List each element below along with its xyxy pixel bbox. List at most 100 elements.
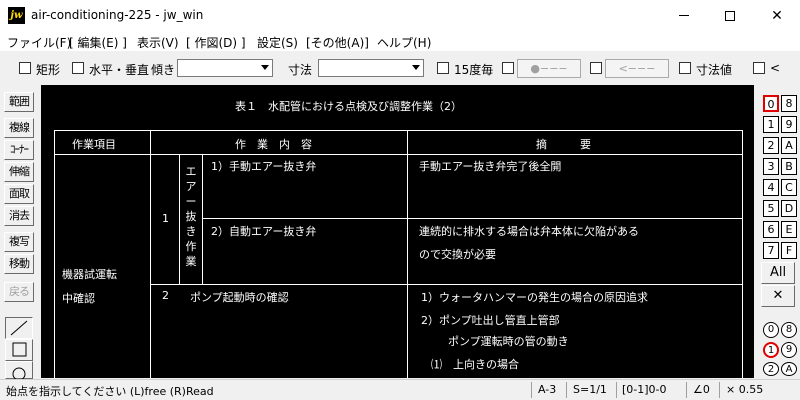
row1a-summary: 手動エアー抜き弁完了後全開 bbox=[419, 160, 562, 173]
menu-draw[interactable]: [ 作図(D) ] bbox=[186, 34, 246, 51]
menu-settings[interactable]: 設定(S) bbox=[257, 34, 298, 51]
row1-group-char: エ bbox=[185, 165, 197, 178]
item-column-line bbox=[150, 130, 151, 378]
status-divider bbox=[719, 382, 720, 398]
menu-file[interactable]: ファイル(F) bbox=[7, 34, 71, 51]
lt-label: < bbox=[770, 61, 781, 75]
tool-parallel-button[interactable]: 複線 bbox=[4, 118, 34, 138]
rect-label: 矩形 bbox=[36, 63, 61, 77]
chevron-down-icon bbox=[412, 65, 420, 70]
table-title: 表１ 水配管における点検及び調整作業（2） bbox=[235, 100, 462, 113]
layer-b-button[interactable]: B bbox=[781, 158, 797, 175]
lt-checkbox[interactable] bbox=[753, 62, 765, 74]
title-bar: jw air-conditioning-225 - jw_win ✕ bbox=[0, 0, 800, 31]
row1-group-char: ア bbox=[185, 180, 197, 193]
deg15-checkbox[interactable] bbox=[437, 62, 449, 74]
line-type1-button[interactable]: ●−−− bbox=[517, 59, 581, 78]
group-1-button[interactable]: 1 bbox=[763, 342, 779, 358]
minimize-icon bbox=[679, 15, 689, 16]
rect-checkbox[interactable] bbox=[19, 62, 31, 74]
row1b-content: 2）自動エアー抜き弁 bbox=[211, 225, 317, 238]
hv-checkbox[interactable] bbox=[72, 62, 84, 74]
work-item-line1: 機器試運転 bbox=[62, 268, 117, 281]
drawing-canvas[interactable]: 表１ 水配管における点検及び調整作業（2） 作業項目 作 業 内 容 摘 要 機… bbox=[41, 85, 754, 378]
close-icon[interactable]: ✕ bbox=[761, 285, 795, 307]
layer-7-button[interactable]: 7 bbox=[763, 242, 779, 259]
menu-edit[interactable]: [ 編集(E) ] bbox=[69, 34, 127, 51]
line-icon bbox=[10, 320, 28, 336]
menu-view[interactable]: 表示(V) bbox=[137, 34, 179, 51]
left-tool-palette: 範囲 複線 ｺｰﾅｰ 伸縮 面取 消去 複写 移動 戻る bbox=[0, 85, 40, 381]
tool-corner-button[interactable]: ｺｰﾅｰ bbox=[4, 140, 34, 160]
row2-summary-4: ⑴ 上向きの場合 bbox=[431, 358, 519, 371]
tool-copy-button[interactable]: 複写 bbox=[4, 232, 34, 252]
circle-tool-button[interactable] bbox=[5, 361, 33, 381]
layer-d-button[interactable]: D bbox=[781, 200, 797, 217]
tool-chamfer-button[interactable]: 面取 bbox=[4, 184, 34, 204]
row1-split-line bbox=[202, 218, 743, 219]
all-layers-button[interactable]: All bbox=[761, 262, 795, 284]
layer-5-button[interactable]: 5 bbox=[763, 200, 779, 217]
layer-4-button[interactable]: 4 bbox=[763, 179, 779, 196]
window-title: air-conditioning-225 - jw_win bbox=[31, 8, 204, 22]
hv-label: 水平・垂直 bbox=[89, 63, 150, 77]
layer-e-button[interactable]: E bbox=[781, 221, 797, 238]
layer-2-button[interactable]: 2 bbox=[763, 137, 779, 154]
jw-win-app: jw air-conditioning-225 - jw_win ✕ ファイル(… bbox=[0, 0, 800, 400]
tool-extend-button[interactable]: 伸縮 bbox=[4, 162, 34, 182]
maximize-button[interactable] bbox=[707, 0, 753, 31]
row2-summary-1: 1）ウォータハンマーの発生の場合の原因追求 bbox=[421, 291, 648, 304]
layer-9-button[interactable]: 9 bbox=[781, 116, 797, 133]
menu-bar: ファイル(F) [ 編集(E) ] 表示(V) [ 作図(D) ] 設定(S) … bbox=[0, 31, 800, 51]
layer-1-button[interactable]: 1 bbox=[763, 116, 779, 133]
number-column-line bbox=[179, 154, 180, 284]
layer-palette: 0 8 1 9 2 A 3 B 4 C 5 D 6 E 7 F All ✕ 0 … bbox=[756, 85, 800, 380]
summary-column-line bbox=[407, 130, 408, 378]
layer-0-button[interactable]: 0 bbox=[763, 95, 779, 112]
layer-status[interactable]: [0-1]0-0 bbox=[622, 383, 667, 396]
group-8-button[interactable]: 8 bbox=[781, 322, 797, 338]
square-icon bbox=[12, 342, 27, 357]
row1-group-char: 業 bbox=[185, 255, 197, 268]
chevron-down-icon bbox=[261, 65, 269, 70]
layer-3-button[interactable]: 3 bbox=[763, 158, 779, 175]
layer-a-button[interactable]: A bbox=[781, 137, 797, 154]
layer-8-button[interactable]: 8 bbox=[781, 95, 797, 112]
close-button[interactable]: ✕ bbox=[754, 0, 800, 31]
layer-6-button[interactable]: 6 bbox=[763, 221, 779, 238]
scale-value[interactable]: S=1/1 bbox=[573, 383, 607, 396]
minimize-button[interactable] bbox=[661, 0, 707, 31]
angle-status[interactable]: ∠0 bbox=[693, 383, 710, 396]
tool-range-button[interactable]: 範囲 bbox=[4, 92, 34, 112]
dimension-combo[interactable] bbox=[318, 59, 424, 77]
paper-size[interactable]: A-3 bbox=[538, 383, 556, 396]
tool-move-button[interactable]: 移動 bbox=[4, 254, 34, 274]
tool-undo-button[interactable]: 戻る bbox=[4, 282, 34, 302]
table-right-line bbox=[742, 130, 743, 378]
row1b-summary-1: 連続的に排水する場合は弁本体に欠陥がある bbox=[419, 225, 639, 238]
group-2-button[interactable]: 2 bbox=[763, 362, 779, 376]
angle-combo[interactable] bbox=[177, 59, 273, 77]
row2-content: ポンプ起動時の確認 bbox=[190, 291, 289, 304]
line-type2-checkbox[interactable] bbox=[590, 62, 602, 74]
row1-group-char: ー bbox=[185, 195, 197, 208]
row1-group-char: 抜 bbox=[185, 210, 197, 223]
status-divider bbox=[531, 382, 532, 398]
zoom-factor[interactable]: × 0.55 bbox=[726, 383, 763, 396]
layer-f-button[interactable]: F bbox=[781, 242, 797, 259]
line-type2-button[interactable]: <−−− bbox=[605, 59, 669, 78]
menu-help[interactable]: ヘルプ(H) bbox=[377, 34, 431, 51]
group-a-button[interactable]: A bbox=[781, 362, 797, 376]
tool-erase-button[interactable]: 消去 bbox=[4, 206, 34, 226]
dimval-checkbox[interactable] bbox=[679, 62, 691, 74]
maximize-icon bbox=[725, 10, 735, 21]
line-tool-button[interactable] bbox=[5, 317, 33, 339]
menu-other[interactable]: [その他(A)] bbox=[306, 34, 369, 51]
status-bar: 始点を指示してください (L)free (R)Read A-3 S=1/1 [0… bbox=[0, 379, 800, 400]
line-type1-checkbox[interactable] bbox=[502, 62, 514, 74]
group-9-button[interactable]: 9 bbox=[781, 342, 797, 358]
row1-group-char: き bbox=[185, 225, 197, 238]
layer-c-button[interactable]: C bbox=[781, 179, 797, 196]
rect-tool-button[interactable] bbox=[5, 339, 33, 361]
group-0-button[interactable]: 0 bbox=[763, 322, 779, 338]
